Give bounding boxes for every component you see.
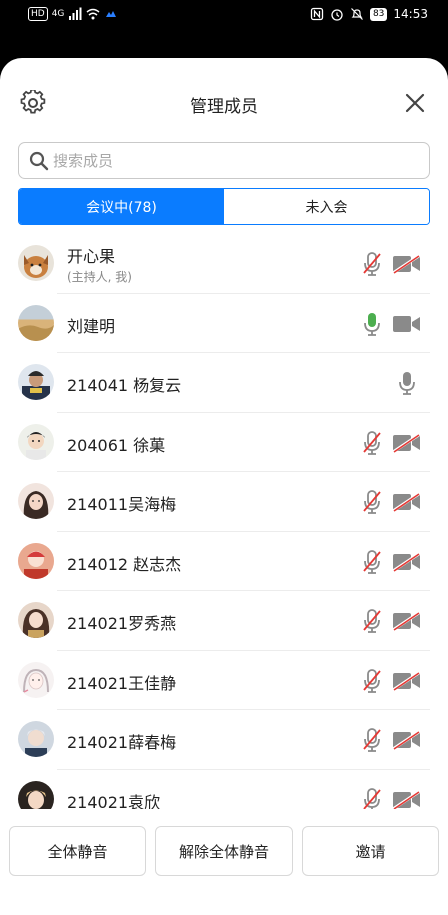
tab-in-meeting[interactable]: 会议中(78) — [19, 189, 224, 224]
member-name: 214041 杨复云 — [67, 376, 182, 395]
mic-muted-icon[interactable] — [361, 489, 383, 515]
avatar — [18, 780, 54, 809]
member-name: 刘建明 — [67, 316, 116, 336]
avatar — [18, 304, 54, 341]
mute-bell-icon — [351, 8, 363, 20]
camera-off-icon[interactable] — [392, 611, 422, 631]
alarm-icon — [331, 9, 343, 21]
battery-level: 83 — [369, 7, 388, 21]
invite-button[interactable]: 邀请 — [302, 826, 439, 876]
member-row[interactable]: 214021袁欣 — [0, 770, 448, 810]
member-row[interactable]: 214021王佳静 — [0, 651, 448, 710]
search-box — [18, 142, 430, 179]
member-name: 214021王佳静 — [67, 673, 177, 693]
avatar — [18, 602, 54, 638]
camera-off-icon[interactable] — [392, 670, 422, 691]
member-row[interactable]: 214012 赵志杰 — [0, 532, 448, 591]
member-row[interactable]: 204061 徐菓 — [0, 413, 448, 472]
avatar — [18, 661, 54, 698]
mic-on-icon[interactable] — [361, 311, 383, 337]
mic-muted-icon[interactable] — [361, 668, 383, 694]
mic-muted-icon[interactable] — [361, 430, 383, 456]
search-input[interactable] — [53, 147, 413, 175]
member-tabs: 会议中(78) 未入会 — [18, 188, 430, 225]
avatar — [18, 483, 54, 519]
avatar — [18, 423, 54, 460]
mic-muted-icon[interactable] — [361, 727, 383, 753]
camera-off-icon[interactable] — [392, 730, 422, 750]
camera-off-icon[interactable] — [392, 551, 422, 572]
status-time: 14:53 — [393, 7, 428, 21]
camera-off-icon[interactable] — [392, 254, 422, 274]
mic-muted-icon[interactable] — [361, 549, 383, 575]
mic-muted-icon[interactable] — [361, 608, 383, 634]
hd-indicator: HD — [28, 7, 48, 21]
avatar — [18, 721, 54, 757]
close-icon[interactable] — [404, 92, 426, 114]
member-list: 开心果 (主持人, 我) 刘建明 214041 杨复云 204061 徐菓 21… — [0, 234, 448, 809]
member-name: 214021袁欣 — [67, 792, 161, 810]
search-icon — [29, 151, 49, 171]
member-row[interactable]: 214021罗秀燕 — [0, 591, 448, 651]
tab-not-joined[interactable]: 未入会 — [224, 189, 429, 224]
mute-all-button[interactable]: 全体静音 — [9, 826, 146, 876]
member-name: 214011吴海梅 — [67, 495, 177, 514]
footer-actions: 全体静音 解除全体静音 邀请 — [0, 826, 448, 876]
member-row[interactable]: 开心果 (主持人, 我) — [0, 234, 448, 294]
nfc-icon — [310, 7, 324, 21]
avatar — [18, 542, 54, 579]
member-name: 开心果 — [67, 247, 116, 266]
member-name: 214021罗秀燕 — [67, 614, 177, 633]
member-row[interactable]: 214011吴海梅 — [0, 472, 448, 532]
member-name: 214021薛春梅 — [67, 733, 177, 752]
avatar — [18, 364, 54, 400]
camera-off-icon[interactable] — [392, 492, 422, 512]
camera-off-icon[interactable] — [392, 432, 422, 453]
avatar — [18, 245, 54, 281]
app-notification-icon — [106, 11, 117, 17]
camera-on-icon[interactable] — [392, 314, 422, 334]
wifi-icon — [86, 8, 100, 20]
member-row[interactable]: 214041 杨复云 — [0, 353, 448, 413]
page-title: 管理成员 — [190, 97, 258, 117]
manage-members-sheet: 管理成员 会议中(78) 未入会 开心果 (主持人, 我) — [0, 58, 448, 915]
member-name: 204061 徐菓 — [67, 435, 166, 455]
member-name: 214012 赵志杰 — [67, 554, 182, 574]
unmute-all-button[interactable]: 解除全体静音 — [155, 826, 293, 876]
member-role: (主持人, 我) — [67, 270, 132, 284]
signal-icon — [69, 7, 82, 20]
sheet-header: 管理成员 — [0, 88, 448, 120]
camera-off-icon[interactable] — [392, 789, 422, 810]
mic-muted-icon[interactable] — [361, 787, 383, 810]
mic-idle-icon[interactable] — [396, 370, 418, 396]
member-row[interactable]: 刘建明 — [0, 294, 448, 353]
member-row[interactable]: 214021薛春梅 — [0, 710, 448, 770]
status-bar: HD 4G 83 14:53 — [0, 0, 448, 30]
network-indicator: 4G — [51, 9, 65, 19]
mic-muted-icon[interactable] — [361, 251, 383, 277]
